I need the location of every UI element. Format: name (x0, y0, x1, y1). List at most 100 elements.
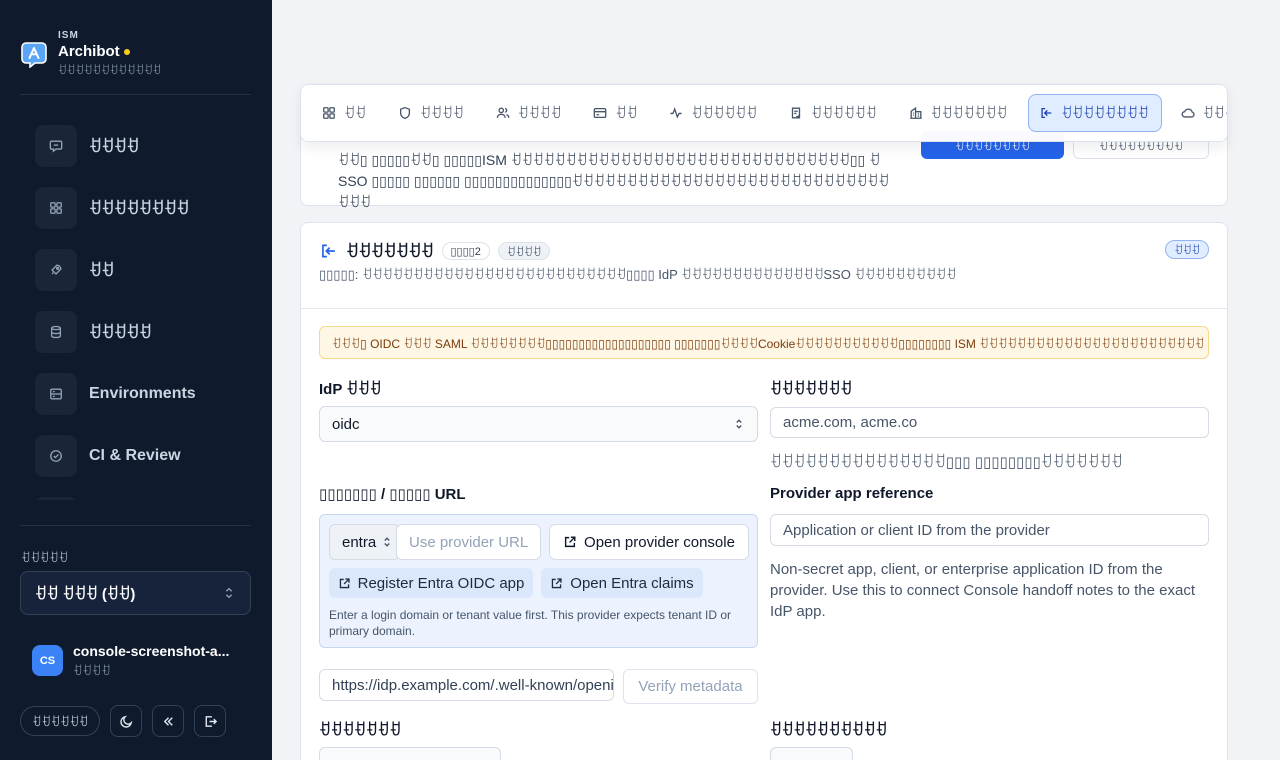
tab-label: ꀀꀀ (344, 105, 366, 121)
sidebar-item-environments[interactable]: Environments (35, 373, 250, 415)
sidebar-item-more[interactable] (35, 497, 250, 500)
sidebar-item-label: Environments (89, 385, 196, 402)
tab-label: ꀀꀀꀀꀀ (517, 105, 562, 121)
tab-billing[interactable]: ꀀꀀ (582, 94, 650, 132)
tab-label: ꀀꀀꀀꀀꀀꀀꀀꀀꀀ (1202, 105, 1227, 121)
theme-toggle-button[interactable] (110, 705, 143, 737)
chevron-updown-icon (225, 587, 233, 599)
tab-members[interactable]: ꀀꀀꀀꀀ (485, 94, 575, 132)
moon-icon (120, 715, 133, 728)
provider-select-value: entra (342, 533, 377, 551)
tab-sso[interactable]: ꀀꀀꀀꀀꀀꀀꀀꀀ (1028, 94, 1162, 132)
brand[interactable]: ISM Archibot ꀀꀀꀀꀀꀀꀀꀀꀀꀀꀀꀀꀀ (20, 30, 161, 77)
workspace-label: ꀀꀀꀀꀀꀀ (21, 551, 68, 565)
status-badge: ꀀꀀꀀꀀ (497, 242, 551, 260)
grid-icon (35, 187, 77, 229)
sign-in-icon (322, 244, 335, 258)
collapse-sidebar-button[interactable] (152, 705, 185, 737)
sidebar-item-label: ꀀꀀꀀꀀꀀ (89, 325, 152, 342)
settings-tabs: ꀀꀀ ꀀꀀꀀꀀ ꀀꀀꀀꀀ ꀀꀀ ꀀꀀꀀꀀꀀꀀ ꀀꀀꀀꀀꀀꀀ ꀀꀀꀀꀀꀀꀀꀀ ꀀꀀ… (300, 84, 1228, 142)
external-link-icon (564, 536, 576, 548)
tab-organization[interactable]: ꀀꀀꀀꀀꀀꀀꀀ (898, 94, 1021, 132)
register-app-label: Register Entra OIDC app (357, 574, 525, 592)
clipboard-check-icon (791, 107, 801, 119)
brand-name: Archibot (58, 43, 161, 60)
building-icon (909, 106, 922, 119)
tab-security[interactable]: ꀀꀀꀀꀀ (387, 94, 477, 132)
domains-input[interactable]: acme.com, acme.co (770, 407, 1209, 438)
domains-help: ꀀꀀꀀꀀꀀꀀꀀꀀꀀꀀꀀꀀꀀꀀꀀ▯▯▯ ▯▯▯▯▯▯▯▯ꀀꀀꀀꀀꀀꀀꀀ (770, 454, 1123, 471)
open-claims-button[interactable]: Open Entra claims (541, 568, 703, 598)
section-divider (301, 308, 1227, 309)
sidebar-item-ci-review[interactable]: CI & Review (35, 435, 250, 477)
sso-config-card: ꀀꀀꀀꀀꀀꀀꀀ ▯▯▯▯2 ꀀꀀꀀꀀ ꀀꀀꀀ ▯▯▯▯▯: ꀀꀀꀀꀀꀀꀀꀀꀀꀀꀀ… (300, 222, 1228, 760)
external-link-icon (339, 577, 350, 588)
tab-cloud[interactable]: ꀀꀀꀀꀀꀀꀀꀀꀀꀀ (1170, 94, 1227, 132)
workspace-value: ꀀꀀ ꀀꀀꀀ (ꀀꀀ) (35, 586, 136, 603)
database-icon (35, 311, 77, 353)
metadata-url-input[interactable]: https://idp.example.com/.well-known/open… (319, 669, 614, 701)
sidebar-item-deploy[interactable]: ꀀꀀ (35, 249, 250, 291)
chat-a-logo-icon (21, 42, 47, 68)
server-icon (35, 373, 77, 415)
tab-label: ꀀꀀꀀꀀꀀꀀꀀ (930, 105, 1008, 121)
grid-icon (323, 107, 335, 119)
status-dot (123, 48, 130, 55)
section-description: ▯▯▯▯▯: ꀀꀀꀀꀀꀀꀀꀀꀀꀀꀀꀀꀀꀀꀀꀀꀀꀀꀀꀀꀀꀀꀀꀀꀀꀀꀀ▯▯▯▯ Id… (319, 267, 956, 282)
tab-audit[interactable]: ꀀꀀꀀꀀꀀꀀ (778, 94, 890, 132)
more-icon (35, 497, 77, 500)
sign-in-icon (1041, 107, 1052, 119)
users-icon (496, 107, 509, 118)
main-content: ꀀꀀ▯ ▯▯▯▯▯ꀀꀀ▯ ▯▯▯▯▯ISM ꀀꀀꀀꀀꀀꀀꀀꀀꀀꀀꀀꀀꀀꀀꀀꀀꀀꀀ… (272, 0, 1280, 760)
provider-label: ▯▯▯▯▯▯▯ / ▯▯▯▯▯ URL (319, 486, 466, 503)
external-link-icon (552, 577, 562, 588)
sidebar-item-data[interactable]: ꀀꀀꀀꀀꀀ (35, 311, 250, 353)
provider-select[interactable]: entra (329, 524, 400, 560)
section-badge: ꀀꀀꀀ (1165, 240, 1209, 259)
lower-right-select[interactable] (770, 747, 853, 760)
step-pill: ▯▯▯▯2 (441, 242, 490, 260)
avatar: CS (32, 645, 63, 676)
user-profile[interactable]: CS console-screenshot-a... ꀀꀀꀀꀀ (32, 643, 238, 678)
activity-icon (670, 107, 682, 119)
tab-label: ꀀꀀꀀꀀꀀꀀꀀꀀ (1061, 105, 1149, 121)
chat-icon (35, 125, 77, 167)
overview-text: ꀀꀀ▯ ▯▯▯▯▯ꀀꀀ▯ ▯▯▯▯▯ISM ꀀꀀꀀꀀꀀꀀꀀꀀꀀꀀꀀꀀꀀꀀꀀꀀꀀꀀ… (338, 152, 890, 210)
user-name: console-screenshot-a... (73, 643, 230, 659)
open-provider-console-label: Open provider console (584, 533, 735, 551)
lower-left-label: ꀀꀀꀀꀀꀀꀀꀀ (319, 722, 402, 739)
lower-left-select[interactable] (319, 747, 501, 760)
tab-label: ꀀꀀꀀꀀꀀꀀ (810, 105, 877, 121)
sidebar-item-dashboard[interactable]: ꀀꀀꀀꀀꀀꀀꀀꀀ (35, 187, 250, 229)
sidebar-item-label: ꀀꀀꀀꀀꀀꀀꀀꀀ (89, 201, 189, 218)
chevron-updown-icon (384, 537, 390, 547)
workspace-select[interactable]: ꀀꀀ ꀀꀀꀀ (ꀀꀀ) (20, 571, 251, 615)
app-reference-input[interactable]: Application or client ID from the provid… (770, 514, 1209, 546)
sidebar-item-label: ꀀꀀꀀꀀ (89, 139, 139, 156)
sidebar-item-chat[interactable]: ꀀꀀꀀꀀ (35, 125, 250, 167)
sidebar-item-label: CI & Review (89, 447, 181, 464)
sidebar-actions: ꀀꀀꀀꀀꀀꀀ (20, 705, 227, 737)
section-header: ꀀꀀꀀꀀꀀꀀꀀ ▯▯▯▯2 ꀀꀀꀀꀀ (319, 240, 551, 262)
provider-url-placeholder: Use provider URL (409, 533, 529, 551)
domains-placeholder: acme.com, acme.co (783, 414, 918, 431)
brand-name-text: Archibot (58, 43, 120, 60)
user-role: ꀀꀀꀀꀀ (73, 664, 111, 678)
open-provider-console-button[interactable]: Open provider console (549, 524, 749, 560)
provider-url-input[interactable]: Use provider URL (396, 524, 541, 560)
idp-type-label: IdP ꀀꀀꀀ (319, 381, 382, 398)
sidebar-item-label: ꀀꀀ (89, 263, 114, 280)
metadata-url-value: https://idp.example.com/.well-known/open… (332, 676, 614, 694)
warning-banner: ꀀꀀꀀ▯ OIDC ꀀꀀꀀ SAML ꀀꀀꀀꀀꀀꀀꀀꀀ▯▯▯▯▯▯▯▯▯▯▯▯▯… (319, 326, 1209, 359)
verify-metadata-button[interactable]: Verify metadata (623, 669, 758, 704)
tab-activity[interactable]: ꀀꀀꀀꀀꀀꀀ (658, 94, 770, 132)
brand-kicker: ISM (58, 30, 79, 41)
idp-type-select[interactable]: oidc (319, 406, 758, 442)
tab-overview[interactable]: ꀀꀀ (311, 94, 379, 132)
open-claims-label: Open Entra claims (570, 574, 694, 592)
idp-type-value: oidc (332, 415, 360, 433)
sidebar: ISM Archibot ꀀꀀꀀꀀꀀꀀꀀꀀꀀꀀꀀꀀ ꀀꀀꀀꀀ ꀀꀀꀀꀀꀀꀀꀀꀀ (0, 0, 272, 760)
register-app-button[interactable]: Register Entra OIDC app (329, 568, 533, 598)
language-button[interactable]: ꀀꀀꀀꀀꀀꀀ (20, 706, 101, 736)
logout-button[interactable] (194, 705, 227, 737)
